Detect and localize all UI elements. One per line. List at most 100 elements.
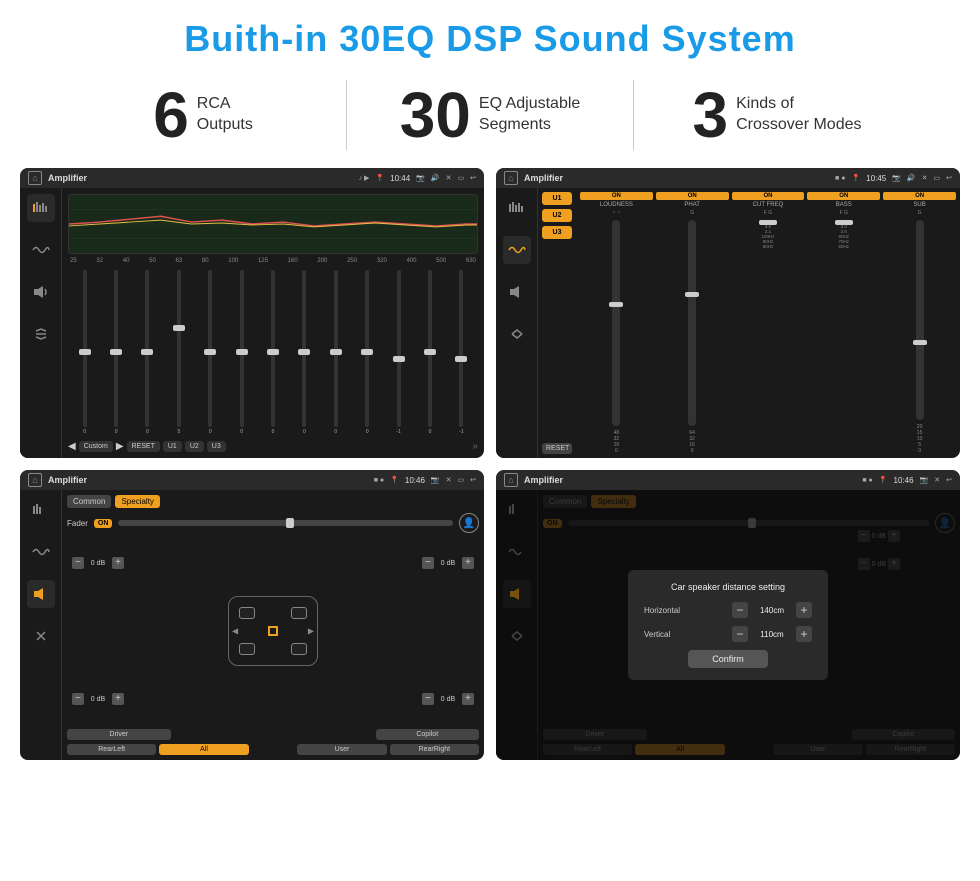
arrow2-icon[interactable] [503,320,531,348]
car-spacer [174,729,373,740]
eq-u2-btn[interactable]: U2 [185,441,204,452]
fader-tabs: Common Specialty [67,495,479,508]
fader-main: Common Specialty Fader ON 👤 [62,490,484,760]
eq2-icon[interactable] [503,194,531,222]
eq-icon[interactable] [27,194,55,222]
screen1-title: Amplifier [48,173,353,183]
wave-icon[interactable] [27,236,55,264]
preset-col: U1 U2 U3 RESET [542,192,572,454]
db-fl-minus[interactable]: − [72,557,84,569]
tab-specialty-3[interactable]: Specialty [115,495,159,508]
btn-driver[interactable]: Driver [67,729,171,740]
speaker2-icon[interactable] [503,278,531,306]
preset-u3[interactable]: U3 [542,226,572,239]
wave3-icon[interactable] [27,538,55,566]
stat-crossover: 3 Kinds ofCrossover Modes [634,83,920,147]
left-panel-3 [20,490,62,760]
vertical-minus-btn[interactable]: − [732,626,748,642]
home-icon-1[interactable] [28,171,42,185]
phat-toggle[interactable]: ON [656,192,729,200]
eq-slider-4[interactable]: 0 [196,270,225,435]
eq-slider-1[interactable]: 0 [101,270,130,435]
cutfreq-labels: F G [764,210,772,216]
rec-icon-3: ■ ● [374,477,384,484]
horizontal-plus-btn[interactable]: + [796,602,812,618]
arrow-right-3[interactable]: ▶ [308,627,314,636]
eq-slider-2[interactable]: 0 [133,270,162,435]
db-rr-plus[interactable]: + [462,693,474,705]
btn-rearleft[interactable]: RearLeft [67,744,156,755]
vertical-plus-btn[interactable]: + [796,626,812,642]
back-icon-1: ↩ [470,174,476,182]
home-icon-3[interactable] [28,473,42,487]
bass-toggle[interactable]: ON [807,192,880,200]
eq-sliders: 0 0 0 5 [68,268,478,437]
preset-u1[interactable]: U1 [542,192,572,205]
speaker-icon[interactable] [27,278,55,306]
arrow3-icon[interactable] [27,622,55,650]
screen-distance: Amplifier ■ ● 📍 10:46 📷 ✕ ↩ [496,470,960,760]
screen-eq: Amplifier ♪ ▶ 📍 10:44 📷 🔊 ✕ ▭ ↩ [20,168,484,458]
confirm-button[interactable]: Confirm [688,650,768,668]
preset-u2[interactable]: U2 [542,209,572,222]
eq-reset-btn[interactable]: RESET [127,441,160,452]
home-icon-2[interactable] [504,171,518,185]
db-fr-plus[interactable]: + [462,557,474,569]
crossover-reset[interactable]: RESET [542,443,572,454]
eq-slider-9[interactable]: 0 [353,270,382,435]
eq-graph [68,194,478,254]
tab-common-3[interactable]: Common [67,495,111,508]
eq-slider-6[interactable]: 0 [258,270,287,435]
wave2-icon[interactable] [503,236,531,264]
db-fl-plus[interactable]: + [112,557,124,569]
eq-slider-11[interactable]: 0 [415,270,444,435]
eq-slider-3[interactable]: 5 [164,270,193,435]
crossover-channels-area: U1 U2 U3 RESET ON LOUDNESS [542,192,956,454]
loudness-slider[interactable] [612,220,620,426]
db-fr-minus[interactable]: − [422,557,434,569]
loudness-label: LOUDNESS [600,202,633,208]
back-icon-4: ↩ [946,476,952,484]
eq3-icon[interactable] [27,496,55,524]
eq-slider-7[interactable]: 0 [290,270,319,435]
eq-slider-8[interactable]: 0 [321,270,350,435]
btn-all[interactable]: All [159,744,248,755]
loudness-toggle[interactable]: ON [580,192,653,200]
eq-slider-5[interactable]: 0 [227,270,256,435]
user-icon-3[interactable]: 👤 [459,513,479,533]
btn-rearright[interactable]: RearRight [390,744,479,755]
sub-slider[interactable] [916,220,924,420]
eq-next-btn[interactable]: ▶ [116,441,124,452]
left-panel-2 [496,188,538,458]
eq-slider-12[interactable]: -1 [447,270,476,435]
screen2-content: U1 U2 U3 RESET ON LOUDNESS [496,188,960,458]
arrow-icon[interactable] [27,320,55,348]
eq-u3-btn[interactable]: U3 [207,441,226,452]
bass-labels: F G [840,210,848,216]
btn-user[interactable]: User [297,744,386,755]
phat-slider[interactable] [688,220,696,426]
eq-expand-icon[interactable]: » [472,441,478,452]
arrow-left-3[interactable]: ◀ [232,627,238,636]
home-icon-4[interactable] [504,473,518,487]
db-rl-plus[interactable]: + [112,693,124,705]
fader-on-btn[interactable]: ON [94,519,113,528]
sub-toggle[interactable]: ON [883,192,956,200]
cutfreq-toggle[interactable]: ON [732,192,805,200]
eq-prev-btn[interactable]: ◀ [68,441,76,452]
stat-crossover-label: Kinds ofCrossover Modes [736,94,861,136]
crossover-content: U1 U2 U3 RESET ON LOUDNESS [538,188,960,458]
horizontal-minus-btn[interactable]: − [732,602,748,618]
db-rr-minus[interactable]: − [422,693,434,705]
eq-slider-0[interactable]: 0 [70,270,99,435]
btn-copilot[interactable]: Copilot [376,729,480,740]
db-rl-minus[interactable]: − [72,693,84,705]
eq-slider-10[interactable]: -1 [384,270,413,435]
pin-icon-2: 📍 [851,174,860,182]
speaker3-icon[interactable] [27,580,55,608]
stat-crossover-number: 3 [693,83,729,147]
time-2: 10:45 [866,174,886,183]
fader-slider[interactable] [118,520,453,526]
rec-icon-2: ■ ● [835,175,845,182]
eq-u1-btn[interactable]: U1 [163,441,182,452]
